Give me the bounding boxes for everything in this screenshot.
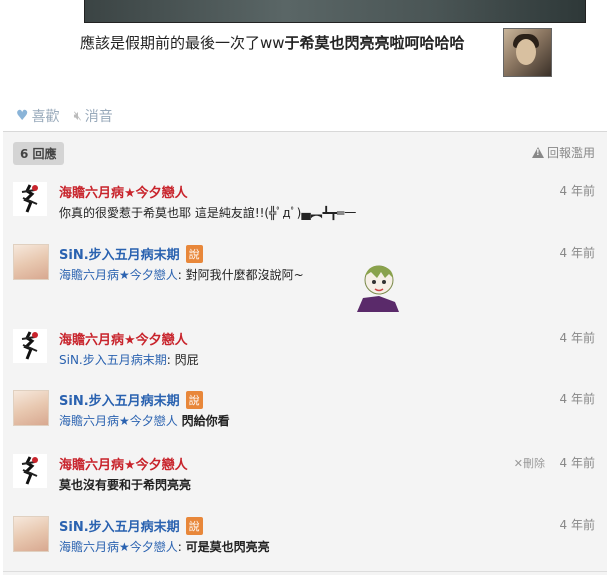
mute-label: 消音: [84, 109, 113, 125]
comment-count-badge: 6 回應: [13, 142, 64, 165]
comment-author[interactable]: 海贍六月病★今夕戀人: [59, 329, 188, 348]
heart-icon: ♥: [16, 108, 29, 124]
comment-time[interactable]: 4 年前: [560, 182, 595, 199]
report-abuse-link[interactable]: 回報濫用: [531, 144, 595, 161]
avatar-face: [516, 39, 536, 65]
comment-text: 海贍六月病★今夕戀人: 對阿我什麼都沒說阿~: [59, 268, 304, 282]
commenter-avatar[interactable]: [13, 516, 49, 552]
comment-text: 海贍六月病★今夕戀人 閃給你看: [59, 414, 230, 428]
comment-time[interactable]: 4 年前: [560, 244, 595, 261]
comment-text: 海贍六月病★今夕戀人: 可是莫也閃亮亮: [59, 540, 270, 554]
comment-time[interactable]: 4 年前: [560, 516, 595, 533]
ink-figure-icon: [21, 456, 38, 485]
ink-figure-icon: [21, 331, 38, 360]
comment-text: SiN.步入五月病末期: 閃屁: [59, 353, 199, 367]
say-badge: 說: [185, 245, 203, 263]
comment-time[interactable]: 4 年前: [560, 329, 595, 346]
post-actions: ♥ 喜歡 🔇︎ 消音: [16, 106, 113, 126]
mention-link[interactable]: SiN.步入五月病末期: [59, 353, 167, 367]
warning-icon: [531, 147, 544, 158]
report-label: 回報濫用: [546, 146, 595, 160]
divider: [3, 571, 607, 572]
comment-author[interactable]: SiN.步入五月病末期說: [59, 390, 203, 409]
comment-time[interactable]: 4 年前: [560, 390, 595, 407]
anime-sticker: [349, 262, 405, 312]
comment-text: 你真的很愛惹于希莫也耶 這是純友誼!!(╬ﾟдﾟ)▄︻┻┳═一: [59, 206, 357, 220]
mute-button[interactable]: 🔇︎ 消音: [74, 106, 113, 126]
ink-figure-icon: [21, 184, 38, 213]
comment-author[interactable]: SiN.步入五月病末期說: [59, 244, 203, 263]
post-text-normal: 應該是假期前的最後一次了ww: [80, 34, 285, 52]
commenter-avatar[interactable]: [13, 182, 47, 216]
mention-link[interactable]: 海贍六月病★今夕戀人: [59, 540, 178, 554]
comment-author[interactable]: 海贍六月病★今夕戀人: [59, 454, 188, 473]
mention-link[interactable]: 海贍六月病★今夕戀人: [59, 414, 178, 428]
comment-time[interactable]: 4 年前: [560, 454, 595, 471]
comment-author[interactable]: 海贍六月病★今夕戀人: [59, 182, 188, 201]
commenter-avatar[interactable]: [13, 390, 49, 426]
delete-button[interactable]: ✕刪除: [514, 455, 545, 471]
commenter-avatar[interactable]: [13, 454, 47, 488]
speaker-mute-icon: 🔇︎: [73, 108, 82, 124]
say-badge: 說: [185, 391, 203, 409]
say-badge: 說: [185, 517, 203, 535]
poster-avatar[interactable]: [503, 28, 552, 77]
like-label: 喜歡: [31, 109, 60, 125]
comments-panel: 6 回應 回報濫用 海贍六月病★今夕戀人 4 年前 你真的很愛惹于希莫也耶 這是…: [3, 131, 607, 575]
comment-author[interactable]: SiN.步入五月病末期說: [59, 516, 203, 535]
mention-link[interactable]: 海贍六月病★今夕戀人: [59, 268, 178, 282]
post-text-bold: 于希莫也閃亮亮啦呵哈哈哈: [284, 34, 465, 52]
post-photo[interactable]: [84, 0, 586, 23]
commenter-avatar[interactable]: [13, 244, 49, 280]
comment-text: 莫也沒有要和于希閃亮亮: [59, 478, 192, 492]
post-text: 應該是假期前的最後一次了ww于希莫也閃亮亮啦呵哈哈哈: [80, 32, 465, 53]
commenter-avatar[interactable]: [13, 329, 47, 363]
close-icon: ✕: [513, 457, 523, 470]
like-button[interactable]: ♥ 喜歡: [16, 106, 60, 126]
